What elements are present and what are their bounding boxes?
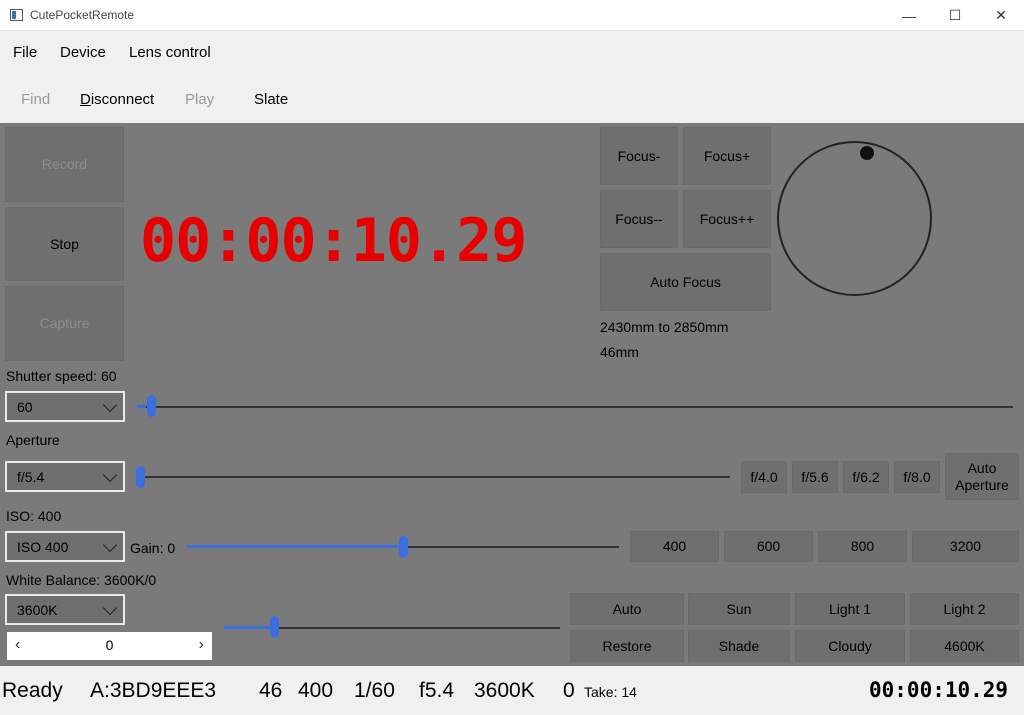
white-balance-label: White Balance: 3600K/0 [6,572,157,588]
status-state: Ready [2,679,63,702]
wb-slider-handle[interactable] [270,616,280,638]
iso-preset-800[interactable]: 800 [818,531,907,562]
menu-device[interactable]: Device [60,44,106,61]
chevron-down-icon [102,600,118,615]
auto-focus-button[interactable]: Auto Focus [600,253,771,311]
toolbar: Find Disconnect Play Slate [0,75,1024,123]
auto-aperture-label-1: Auto [967,459,997,476]
record-button[interactable]: Record [5,127,124,202]
iso-label: ISO: 400 [6,508,62,524]
iso-select[interactable]: ISO 400 [5,531,125,562]
focus-dial[interactable] [777,141,932,296]
status-bar: Ready A:3BD9EEE3 46 400 1/60 f5.4 3600K … [0,666,1024,715]
title-bar: CutePocketRemote — ☐ ✕ [0,0,1024,31]
wb-cloudy-button[interactable]: Cloudy [795,630,905,662]
focus-minus-minus-button[interactable]: Focus-- [600,190,678,248]
tint-spinbox[interactable]: ‹ 0 › [7,632,212,660]
menu-file[interactable]: File [13,44,37,61]
auto-aperture-button[interactable]: Auto Aperture [945,453,1019,500]
aperture-preset-f5-6[interactable]: f/5.6 [792,461,838,493]
focus-plus-plus-button[interactable]: Focus++ [683,190,771,248]
focal-length-label: 46mm [600,344,639,360]
main-panel: Record Stop Capture 00:00:10.29 Focus- F… [0,123,1024,666]
gain-label: Gain: 0 [130,540,176,556]
capture-button[interactable]: Capture [5,286,124,361]
iso-value: ISO 400 [17,538,69,555]
status-focal: 46 [259,679,283,702]
wb-light2-button[interactable]: Light 2 [910,593,1019,625]
shutter-slider-handle[interactable] [146,395,156,417]
find-button[interactable]: Find [21,91,50,108]
status-shutter: 1/60 [354,679,395,702]
chevron-down-icon [102,537,118,552]
wb-light1-button[interactable]: Light 1 [795,593,905,625]
menu-lens-control[interactable]: Lens control [129,44,211,61]
status-camera-id: A:3BD9EEE3 [90,679,217,702]
status-tint: 0 [563,679,575,702]
aperture-value: f/5.4 [17,468,45,485]
wb-restore-button[interactable]: Restore [570,630,684,662]
focus-minus-button[interactable]: Focus- [600,127,678,185]
aperture-preset-f6-2[interactable]: f/6.2 [843,461,889,493]
status-wb: 3600K [474,679,535,702]
status-timecode: 00:00:10.29 [869,678,1009,702]
chevron-right-icon[interactable]: › [199,636,204,654]
disconnect-label: isconnect [90,91,155,108]
aperture-select[interactable]: f/5.4 [5,461,125,492]
status-take: Take: 14 [584,684,637,700]
wb-4600k-button[interactable]: 4600K [910,630,1019,662]
focus-range-label: 2430mm to 2850mm [600,319,729,335]
auto-aperture-label-2: Aperture [955,476,1009,493]
focus-dial-knob[interactable] [860,146,874,160]
disconnect-button[interactable]: Disconnect [80,91,154,108]
tint-value: 0 [105,637,114,653]
stop-button[interactable]: Stop [5,207,124,281]
shutter-speed-label: Shutter speed: 60 [6,368,117,384]
shutter-speed-select[interactable]: 60 [5,391,125,422]
timecode-display: 00:00:10.29 [140,206,527,276]
status-iso: 400 [298,679,334,702]
minimize-icon[interactable]: — [886,0,932,31]
chevron-down-icon [102,467,118,482]
close-icon[interactable]: ✕ [978,0,1024,31]
aperture-preset-f4[interactable]: f/4.0 [741,461,787,493]
wb-slider-fill [224,626,275,629]
wb-sun-button[interactable]: Sun [688,593,790,625]
wb-shade-button[interactable]: Shade [688,630,790,662]
status-aperture: f5.4 [419,679,455,702]
aperture-preset-f8[interactable]: f/8.0 [894,461,940,493]
white-balance-select[interactable]: 3600K [5,594,125,625]
gain-slider-handle[interactable] [399,536,408,558]
chevron-down-icon [102,397,118,412]
aperture-slider-handle[interactable] [136,466,145,488]
slate-button[interactable]: Slate [254,91,288,108]
iso-preset-400[interactable]: 400 [630,531,719,562]
menu-bar: File Device Lens control [0,31,1024,75]
focus-plus-button[interactable]: Focus+ [683,127,771,185]
shutter-slider-fill [137,405,146,408]
play-button[interactable]: Play [185,91,214,108]
wb-auto-button[interactable]: Auto [570,593,684,625]
disconnect-mnemonic: D [80,91,91,108]
shutter-speed-value: 60 [17,398,33,415]
app-icon [10,9,23,21]
white-balance-value: 3600K [17,601,58,618]
window-title: CutePocketRemote [30,8,135,22]
aperture-label: Aperture [6,432,60,448]
aperture-slider-track[interactable] [136,476,730,478]
shutter-slider-track[interactable] [137,406,1013,408]
maximize-icon[interactable]: ☐ [932,0,978,31]
gain-slider-fill [187,545,403,548]
iso-preset-600[interactable]: 600 [724,531,813,562]
iso-preset-3200[interactable]: 3200 [912,531,1019,562]
